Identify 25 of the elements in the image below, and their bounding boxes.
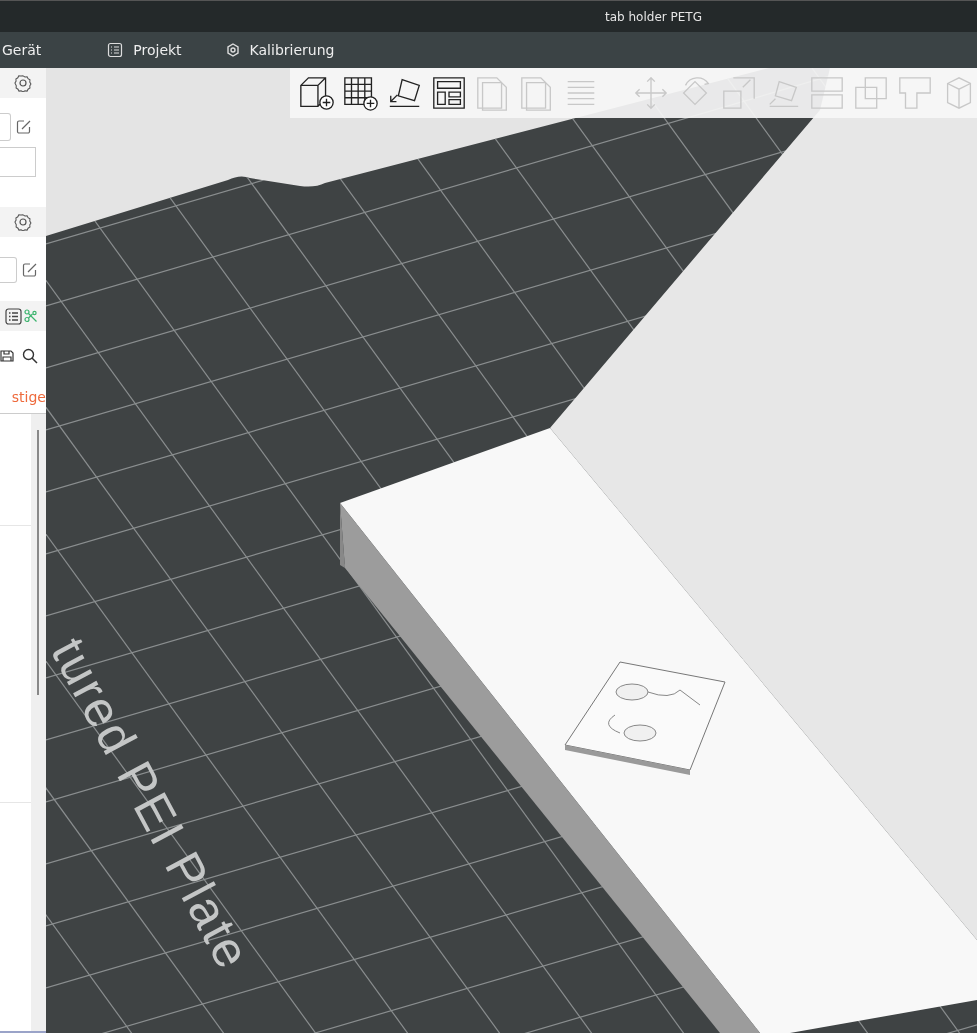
input-field[interactable] [0,113,11,141]
arrange-icon [430,74,468,112]
move-icon [632,74,670,112]
settings-icon [225,43,240,57]
scrollbar[interactable] [31,414,46,1031]
add-plate-icon [342,74,380,112]
input-field[interactable] [0,257,17,283]
search-icon[interactable] [22,348,38,364]
overlap-icon [852,74,890,112]
edit-icon[interactable] [22,262,38,278]
settings-icon[interactable] [14,213,32,231]
menu-item[interactable]: Projekt [105,42,184,58]
list-icon [107,42,124,58]
edit-icon[interactable] [16,119,32,135]
settings-icon[interactable] [14,74,32,92]
scale-icon [720,74,758,112]
window-title: tab holder PETG [605,9,702,24]
add-cube-icon [298,74,336,112]
input-field[interactable] [0,147,36,177]
save-icon[interactable] [0,349,14,363]
list-icon[interactable] [5,307,22,325]
menu-item[interactable]: Kalibrierung [223,42,337,58]
plate-label: tured PEI Plate [46,628,262,979]
split-icon [808,74,846,112]
menu-item[interactable]: Gerät [0,42,44,58]
